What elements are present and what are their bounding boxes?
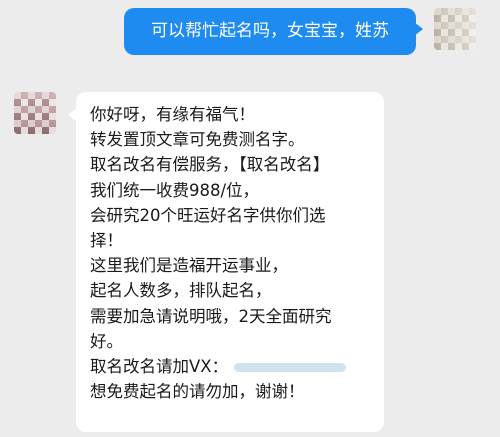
message-line-contact: 取名改名请加VX： xyxy=(90,354,378,379)
message-line: 起名人数多，排队起名， xyxy=(90,281,272,301)
outgoing-bubble-tail xyxy=(414,22,423,36)
message-line: 你好呀，有缘有福气！ xyxy=(90,105,255,124)
user-avatar[interactable] xyxy=(434,8,476,50)
contact-prompt-text: 取名改名请加VX： xyxy=(90,356,229,376)
message-line: 需要加急请说明哦，2天全面研究 xyxy=(90,306,332,326)
message-line: 取名改名有偿服务，【取名改名】 xyxy=(90,155,330,175)
contact-avatar[interactable] xyxy=(14,92,56,134)
message-line: 会研究20个旺运好名字供你们选 xyxy=(90,205,326,225)
incoming-message-bubble[interactable]: 你好呀，有缘有福气！ 转发置顶文章可免费测名字。 取名改名有偿服务，【取名改名】… xyxy=(76,92,384,432)
redacted-contact-id xyxy=(234,362,347,372)
message-line: 择！ xyxy=(90,230,123,250)
message-line: 好。 xyxy=(90,331,123,351)
outgoing-message-bubble[interactable]: 可以帮忙起名吗，女宝宝，姓苏 xyxy=(124,8,416,55)
message-line: 我们统一收费988/位， xyxy=(90,180,260,200)
incoming-message-text: 你好呀，有缘有福气！ 转发置顶文章可免费测名字。 取名改名有偿服务，【取名改名】… xyxy=(90,102,378,404)
message-line: 想免费起名的请勿加，谢谢！ xyxy=(90,382,305,402)
chat-view: 可以帮忙起名吗，女宝宝，姓苏 你好呀，有缘有福气！ 转发置顶文章可免费测名字。 … xyxy=(0,0,500,437)
message-line: 这里我们是造福开运事业， xyxy=(90,256,288,276)
message-line: 转发置顶文章可免费测名字。 xyxy=(90,130,305,150)
